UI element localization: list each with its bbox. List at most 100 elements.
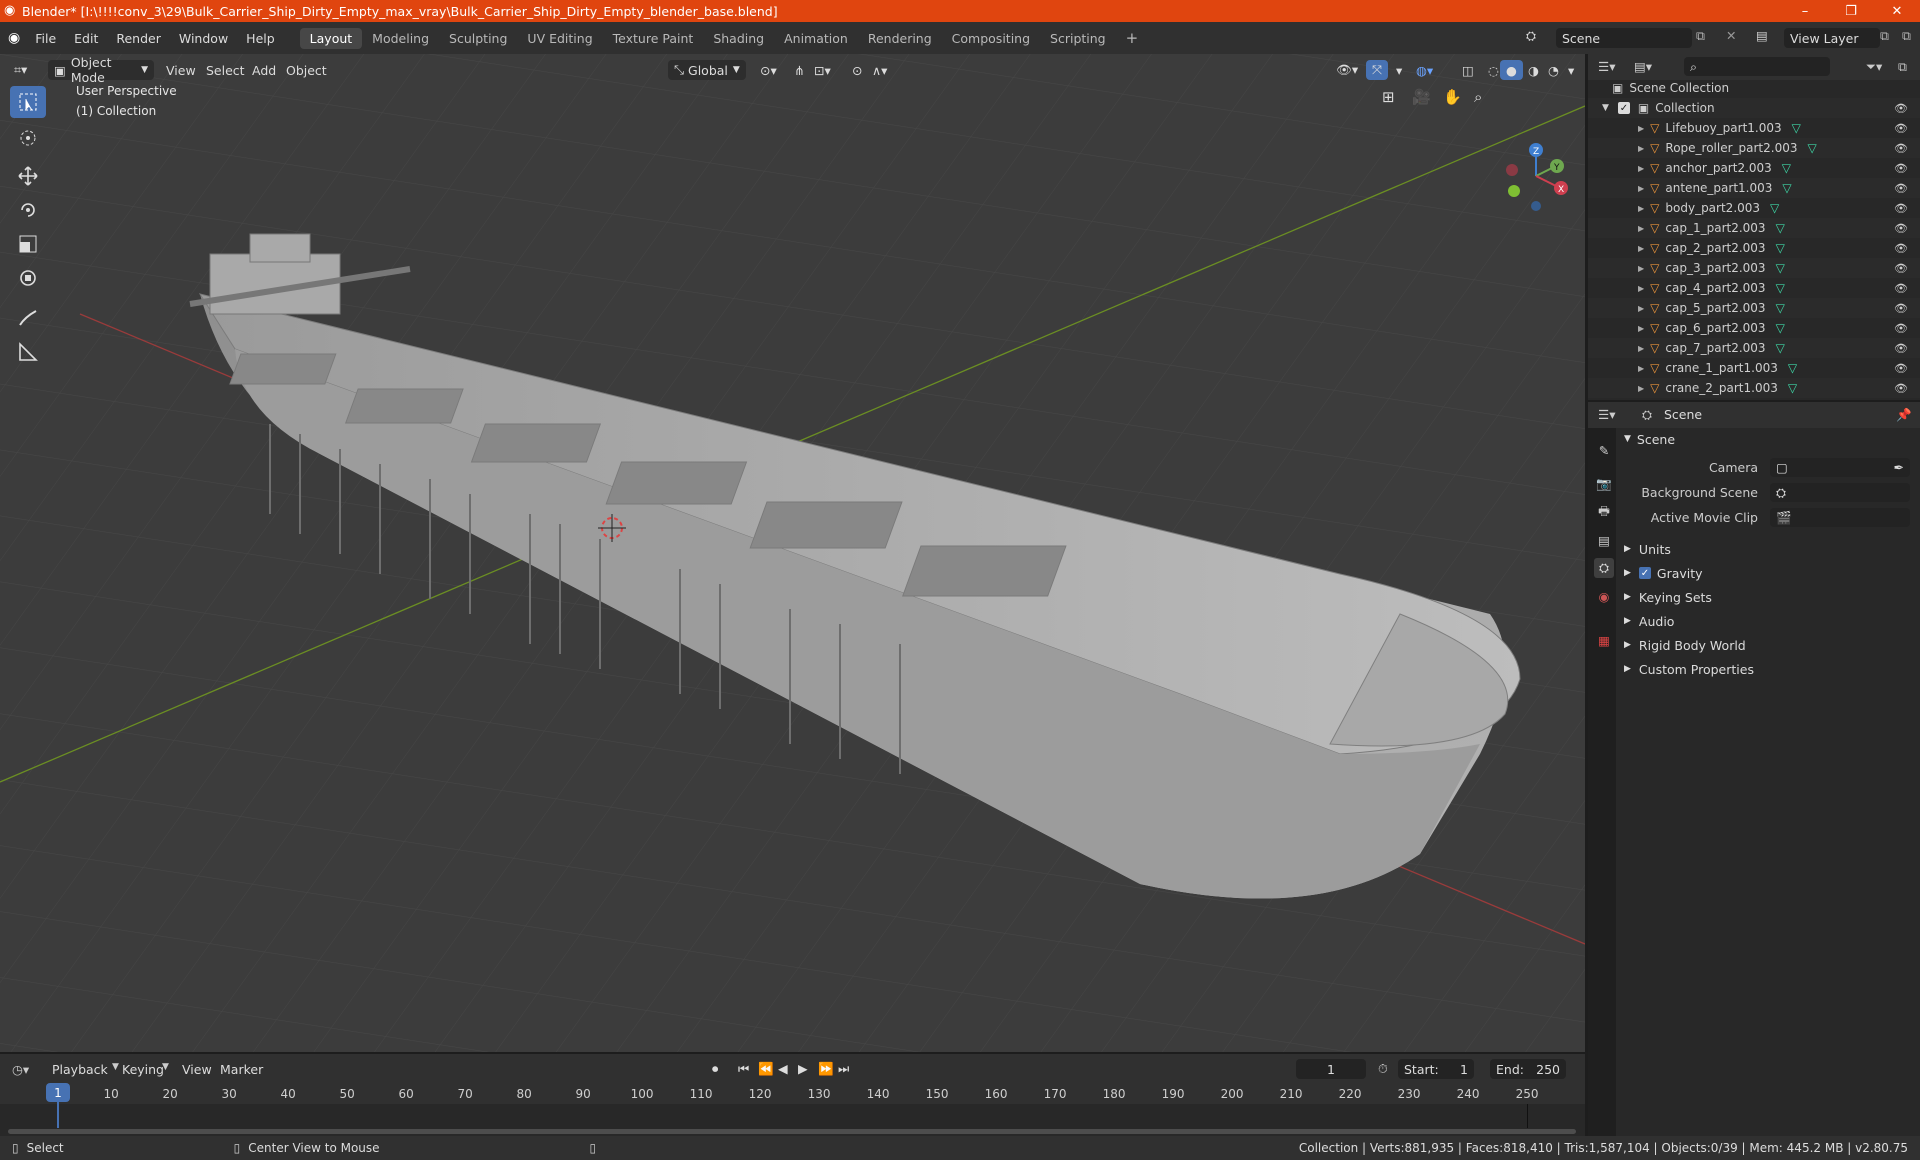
view-layer-icon[interactable]: ▤ — [1756, 28, 1768, 43]
expand-arrow-icon[interactable]: ▶ — [1638, 264, 1644, 273]
visibility-eye-icon[interactable]: 👁 — [1894, 262, 1908, 275]
expand-arrow-icon[interactable]: ▶ — [1638, 204, 1644, 213]
scene-tab-icon[interactable]: ⛭ — [1594, 558, 1614, 578]
menu-window[interactable]: Window — [170, 31, 237, 46]
active-movie-clip-field[interactable]: 🎬 — [1770, 508, 1910, 527]
measure-tool[interactable] — [10, 336, 46, 368]
next-keyframe-icon[interactable]: ⏩ — [818, 1061, 834, 1077]
background-scene-field[interactable]: ⛭ — [1770, 483, 1910, 502]
outliner-item[interactable]: ▶ ▽ anchor_part2.003 ▽ 👁 — [1588, 158, 1920, 178]
texture-tab-icon[interactable]: ▦ — [1594, 630, 1614, 650]
cursor-tool[interactable] — [10, 122, 46, 154]
expand-arrow-icon[interactable]: ▶ — [1638, 164, 1644, 173]
falloff-icon[interactable]: ∧▾ — [866, 60, 893, 80]
outliner-item[interactable]: ▶ ▽ cap_5_part2.003 ▽ 👁 — [1588, 298, 1920, 318]
camera-view-icon[interactable]: 🎥 — [1412, 88, 1431, 106]
outliner-item[interactable]: ▶ ▽ cap_3_part2.003 ▽ 👁 — [1588, 258, 1920, 278]
output-tab-icon[interactable]: 🖶 — [1594, 502, 1614, 522]
visibility-eye-icon[interactable]: 👁 — [1894, 202, 1908, 215]
mesh-data-icon[interactable]: ▽ — [1782, 161, 1791, 175]
visibility-eye-icon[interactable]: 👁 — [1894, 122, 1908, 135]
workspace-tab-shading[interactable]: Shading — [703, 28, 774, 49]
viewport-menu-view[interactable]: View — [160, 60, 202, 80]
visibility-eye-icon[interactable]: 👁 — [1894, 222, 1908, 235]
mesh-data-icon[interactable]: ▽ — [1776, 341, 1785, 355]
workspace-tab-animation[interactable]: Animation — [774, 28, 858, 49]
world-tab-icon[interactable]: ◉ — [1594, 586, 1614, 606]
menu-render[interactable]: Render — [107, 31, 170, 46]
outliner-item[interactable]: ▶ ▽ cap_7_part2.003 ▽ 👁 — [1588, 338, 1920, 358]
mesh-data-icon[interactable]: ▽ — [1776, 261, 1785, 275]
filter-icon[interactable]: ⏷▾ — [1866, 59, 1882, 75]
playhead-indicator[interactable]: 1 — [46, 1083, 70, 1102]
mesh-data-icon[interactable]: ▽ — [1808, 141, 1817, 155]
toggle-perspective-icon[interactable]: ⊞ — [1382, 88, 1395, 106]
menu-edit[interactable]: Edit — [65, 31, 107, 46]
workspace-tab-rendering[interactable]: Rendering — [858, 28, 942, 49]
menu-help[interactable]: Help — [237, 31, 284, 46]
outliner-item[interactable]: ▶ ▽ body_part2.003 ▽ 👁 — [1588, 198, 1920, 218]
outliner-search-input[interactable]: ⌕ — [1684, 57, 1830, 76]
workspace-tab-texture-paint[interactable]: Texture Paint — [603, 28, 704, 49]
visibility-eye-icon[interactable]: 👁 — [1894, 282, 1908, 295]
view-layer-tab-icon[interactable]: ▤ — [1594, 530, 1614, 550]
expand-arrow-icon[interactable]: ▶ — [1638, 184, 1644, 193]
timeline-menu-keying[interactable]: Keying — [122, 1062, 164, 1077]
expand-arrow-icon[interactable]: ▶ — [1638, 144, 1644, 153]
end-frame-field[interactable]: End: 250 — [1490, 1059, 1566, 1079]
camera-field[interactable]: ▢ ✒ — [1770, 458, 1910, 477]
properties-editor-icon[interactable]: ☰▾ — [1598, 407, 1615, 422]
collection-checkbox[interactable]: ✓ — [1617, 102, 1630, 114]
display-mode-icon[interactable]: ▤▾ — [1634, 59, 1652, 74]
current-frame-field[interactable]: 1 — [1296, 1059, 1366, 1079]
visibility-eye-icon[interactable]: 👁 — [1894, 382, 1908, 395]
pan-view-icon[interactable]: ✋ — [1443, 88, 1462, 106]
maximize-button[interactable]: ❐ — [1828, 0, 1874, 22]
expand-arrow-icon[interactable]: ▼ — [1602, 103, 1609, 113]
pin-icon[interactable]: 📌 — [1896, 407, 1912, 423]
timeline-editor-icon[interactable]: ◷▾ — [12, 1062, 29, 1077]
scene-selector[interactable]: Scene — [1556, 28, 1692, 48]
remove-view-layer-icon[interactable]: ⧉ — [1902, 28, 1911, 44]
view-layer-selector[interactable]: View Layer — [1784, 28, 1880, 48]
render-tab-icon[interactable]: 📷 — [1594, 474, 1614, 494]
outliner-editor-icon[interactable]: ☰▾ — [1598, 59, 1615, 74]
expand-arrow-icon[interactable]: ▶ — [1638, 244, 1644, 253]
mesh-data-icon[interactable]: ▽ — [1770, 201, 1779, 215]
outliner-item[interactable]: ▶ ▽ cap_6_part2.003 ▽ 👁 — [1588, 318, 1920, 338]
zoom-view-icon[interactable]: ⌕ — [1474, 88, 1482, 106]
new-view-layer-icon[interactable]: ⧉ — [1880, 28, 1889, 44]
outliner-item[interactable]: ▶ ▽ crane_1_part1.003 ▽ 👁 — [1588, 358, 1920, 378]
editor-type-icon[interactable]: ⌗▾ — [8, 60, 33, 80]
expand-arrow-icon[interactable]: ▶ — [1638, 364, 1644, 373]
remove-scene-icon[interactable]: ✕ — [1726, 28, 1736, 43]
workspace-tab-uv-editing[interactable]: UV Editing — [517, 28, 602, 49]
workspace-tab-modeling[interactable]: Modeling — [362, 28, 439, 49]
gizmo-toggle-icon[interactable]: ⤧ — [1366, 60, 1389, 80]
mesh-data-icon[interactable]: ▽ — [1776, 221, 1785, 235]
outliner-item[interactable]: ▶ ▽ cap_2_part2.003 ▽ 👁 — [1588, 238, 1920, 258]
transform-orientation-selector[interactable]: ⤡ Global ▼ — [668, 60, 746, 80]
new-scene-icon[interactable]: ⧉ — [1696, 28, 1705, 44]
timeline-menu-view[interactable]: View — [182, 1062, 212, 1077]
3d-viewport[interactable]: Z Y X ⌗▾ ▣ Object Mode ▼ View Select Add… — [0, 54, 1585, 1052]
shading-options-icon[interactable]: ▾ — [1562, 60, 1580, 80]
workspace-tab-sculpting[interactable]: Sculpting — [439, 28, 517, 49]
expand-arrow-icon[interactable]: ▶ — [1638, 224, 1644, 233]
tool-tab-icon[interactable]: ✎ — [1594, 440, 1614, 460]
gizmo-dropdown-icon[interactable]: ▾ — [1390, 60, 1408, 80]
eyedropper-icon[interactable]: ✒ — [1894, 460, 1904, 475]
move-tool[interactable] — [10, 160, 46, 192]
expand-arrow-icon[interactable]: ▶ — [1638, 284, 1644, 293]
gravity-checkbox[interactable]: ✓ — [1638, 567, 1651, 579]
visibility-eye-icon[interactable]: 👁 — [1894, 302, 1908, 315]
workspace-tab-compositing[interactable]: Compositing — [942, 28, 1040, 49]
gravity-panel-header[interactable]: ▶ ✓ Gravity — [1620, 562, 1920, 584]
minimize-button[interactable]: – — [1782, 0, 1828, 22]
visibility-eye-icon[interactable]: 👁 — [1894, 362, 1908, 375]
visibility-eye-icon[interactable]: 👁 — [1894, 342, 1908, 355]
viewport-menu-add[interactable]: Add — [246, 60, 282, 80]
visibility-eye-icon[interactable]: 👁 — [1894, 162, 1908, 175]
pivot-point-icon[interactable]: ⊙▾ — [754, 60, 783, 80]
outliner-item[interactable]: ▶ ▽ cap_1_part2.003 ▽ 👁 — [1588, 218, 1920, 238]
